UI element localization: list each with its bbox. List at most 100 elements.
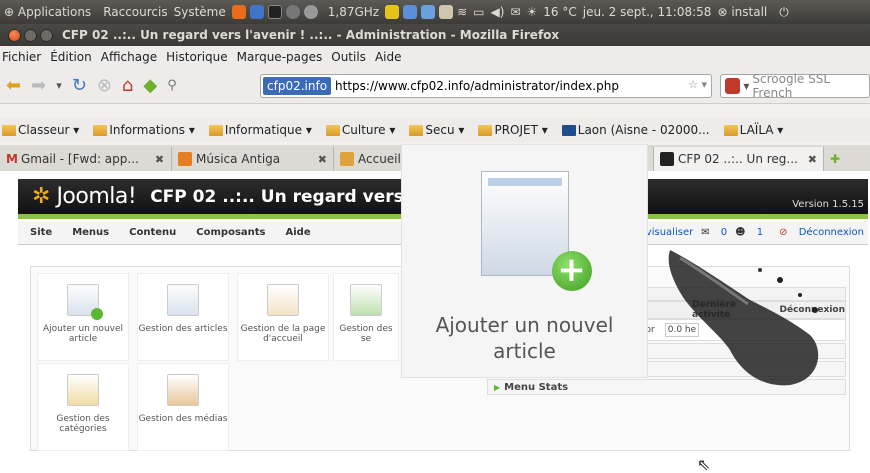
- menu-content[interactable]: Contenu: [129, 227, 176, 238]
- home-icon[interactable]: ⌂: [122, 75, 133, 96]
- joomla-mark-icon: ✲: [32, 184, 50, 209]
- menu-menus[interactable]: Menus: [72, 227, 109, 238]
- bookmark-folder-secu[interactable]: Secu ▾: [409, 123, 464, 137]
- zoom-tooltip: + Ajouter un nouvel article: [401, 144, 648, 378]
- category-manager-icon: [67, 374, 99, 406]
- app-icon[interactable]: [285, 5, 300, 19]
- menu-edit[interactable]: Édition: [50, 50, 92, 64]
- logout-link[interactable]: ⊘ Déconnexion: [771, 227, 864, 238]
- notes-icon[interactable]: [385, 5, 400, 19]
- tab-musica-antiga[interactable]: Música Antiga ✖: [172, 147, 334, 171]
- security-icon[interactable]: ⚲: [167, 78, 177, 93]
- maximize-window-button[interactable]: [40, 28, 53, 42]
- install-indicator[interactable]: ⊗ install: [717, 5, 773, 19]
- bookmark-folder-informatique[interactable]: Informatique ▾: [208, 123, 312, 137]
- close-window-button[interactable]: [8, 28, 21, 42]
- zoom-label: Ajouter un nouvel article: [435, 313, 614, 363]
- back-arrow-icon[interactable]: ⬅: [6, 75, 21, 96]
- menu-help[interactable]: Aide: [286, 227, 311, 238]
- tab-cfp02-admin[interactable]: CFP 02 ..:.. Un reg... ✖: [654, 147, 824, 171]
- folder-icon: [478, 124, 493, 136]
- addon-icon[interactable]: ◆: [143, 75, 157, 96]
- close-tab-icon[interactable]: ✖: [318, 153, 327, 166]
- users-online-count[interactable]: ☻ 1: [735, 227, 763, 238]
- url-text[interactable]: https://www.cfp02.info/administrator/ind…: [335, 79, 619, 93]
- new-tab-button[interactable]: ✚: [824, 147, 854, 171]
- joomla-favicon: [660, 152, 674, 166]
- menu-bookmarks[interactable]: Marque-pages: [237, 50, 323, 64]
- volume-icon[interactable]: ◀): [491, 5, 505, 19]
- forward-arrow-icon[interactable]: ➡: [31, 75, 46, 96]
- power-icon[interactable]: ⏻: [779, 5, 789, 20]
- article-manager-icon: [167, 284, 199, 316]
- site-title: CFP 02 ..:.. Un regard vers: [150, 186, 404, 207]
- firefox-launcher-icon[interactable]: [231, 5, 246, 19]
- bookmarks-toolbar: Classeur ▾ Informations ▾ Informatique ▾…: [0, 118, 870, 142]
- menu-file[interactable]: Fichier: [2, 50, 41, 64]
- bookmark-folder-laila[interactable]: LAÏLA ▾: [723, 123, 783, 137]
- system-menu[interactable]: Système: [174, 5, 226, 19]
- article-manager-tile[interactable]: Gestion des articles: [137, 273, 229, 361]
- shortcuts-menu[interactable]: Raccourcis: [103, 5, 167, 19]
- folder-icon: [723, 124, 738, 136]
- search-engine-icon[interactable]: [725, 78, 741, 94]
- bookmark-laon[interactable]: Laon (Aisne - 02000...: [561, 123, 710, 137]
- add-article-icon: [67, 284, 103, 320]
- menu-view[interactable]: Affichage: [101, 50, 157, 64]
- bookmark-star-icon[interactable]: ☆ ▾: [688, 78, 707, 91]
- terminal-icon[interactable]: [267, 5, 282, 19]
- menu-tools[interactable]: Outils: [331, 50, 366, 64]
- history-dropdown-icon[interactable]: ▾: [56, 79, 62, 92]
- menu-help[interactable]: Aide: [375, 50, 402, 64]
- mail-icon[interactable]: ✉: [510, 5, 520, 19]
- document-header-icon: [487, 178, 562, 186]
- close-tab-icon[interactable]: ✖: [155, 153, 164, 166]
- section-manager-icon: [350, 284, 382, 316]
- reload-icon[interactable]: ↻: [72, 75, 87, 96]
- window-titlebar[interactable]: CFP 02 ..:.. Un regard vers l'avenir ! .…: [0, 24, 870, 46]
- stop-icon[interactable]: ⊗: [97, 75, 112, 96]
- menu-site[interactable]: Site: [30, 227, 52, 238]
- apps-menu[interactable]: ⊕ Applications: [4, 5, 97, 19]
- weather-temp[interactable]: 16 °C: [543, 5, 576, 19]
- thunderbird-launcher-icon[interactable]: [249, 5, 264, 19]
- joomla-logo[interactable]: ✲ Joomla!: [32, 184, 137, 209]
- plus-icon: +: [551, 251, 592, 291]
- pointing-hand-icon: [668, 250, 819, 386]
- bookmark-folder-projet[interactable]: PROJET ▾: [478, 123, 548, 137]
- app-icon-2[interactable]: [303, 5, 318, 19]
- clock[interactable]: jeu. 2 sept., 11:08:58: [583, 5, 712, 19]
- minimize-window-button[interactable]: [24, 28, 37, 42]
- bookmark-folder-informations[interactable]: Informations ▾: [93, 123, 195, 137]
- section-manager-tile[interactable]: Gestion des se: [333, 273, 399, 361]
- tab-gmail[interactable]: M Gmail - [Fwd: app... ✖: [0, 147, 172, 171]
- folder-icon: [93, 124, 108, 136]
- frontpage-manager-tile[interactable]: Gestion de la page d'accueil: [237, 273, 329, 361]
- menu-history[interactable]: Historique: [166, 50, 228, 64]
- site-favicon: [561, 124, 576, 136]
- url-bar[interactable]: cfp02.info https://www.cfp02.info/admini…: [260, 74, 712, 98]
- close-tab-icon[interactable]: ✖: [808, 153, 817, 166]
- folder-icon: [409, 124, 424, 136]
- messages-count[interactable]: ✉ 0: [701, 227, 727, 238]
- folder-icon: [325, 124, 340, 136]
- version-label: Version 1.5.15: [792, 199, 864, 210]
- wifi-icon[interactable]: ≋: [457, 5, 467, 19]
- network-applet-icon[interactable]: [403, 5, 418, 19]
- bookmark-folder-classeur[interactable]: Classeur ▾: [2, 123, 79, 137]
- media-manager-tile[interactable]: Gestion des médias: [137, 363, 229, 451]
- battery-icon[interactable]: ▭: [473, 5, 484, 19]
- search-input[interactable]: Scroogle SSL French: [752, 72, 869, 100]
- clipboard-icon[interactable]: [439, 5, 454, 19]
- category-manager-tile[interactable]: Gestion des catégories: [37, 363, 129, 451]
- system-panel: ⊕ Applications Raccourcis Système 1,87GH…: [0, 0, 870, 24]
- search-bar[interactable]: ▾ Scroogle SSL French: [720, 72, 870, 100]
- menu-components[interactable]: Composants: [196, 227, 265, 238]
- home-page-icon: [267, 284, 299, 316]
- site-identity-badge[interactable]: cfp02.info: [263, 77, 332, 95]
- screenshot-icon[interactable]: [421, 5, 436, 19]
- search-engine-dropdown-icon[interactable]: ▾: [743, 79, 749, 93]
- window-title: CFP 02 ..:.. Un regard vers l'avenir ! .…: [62, 28, 560, 42]
- add-article-tile[interactable]: Ajouter un nouvel article: [37, 273, 129, 361]
- bookmark-folder-culture[interactable]: Culture ▾: [325, 123, 395, 137]
